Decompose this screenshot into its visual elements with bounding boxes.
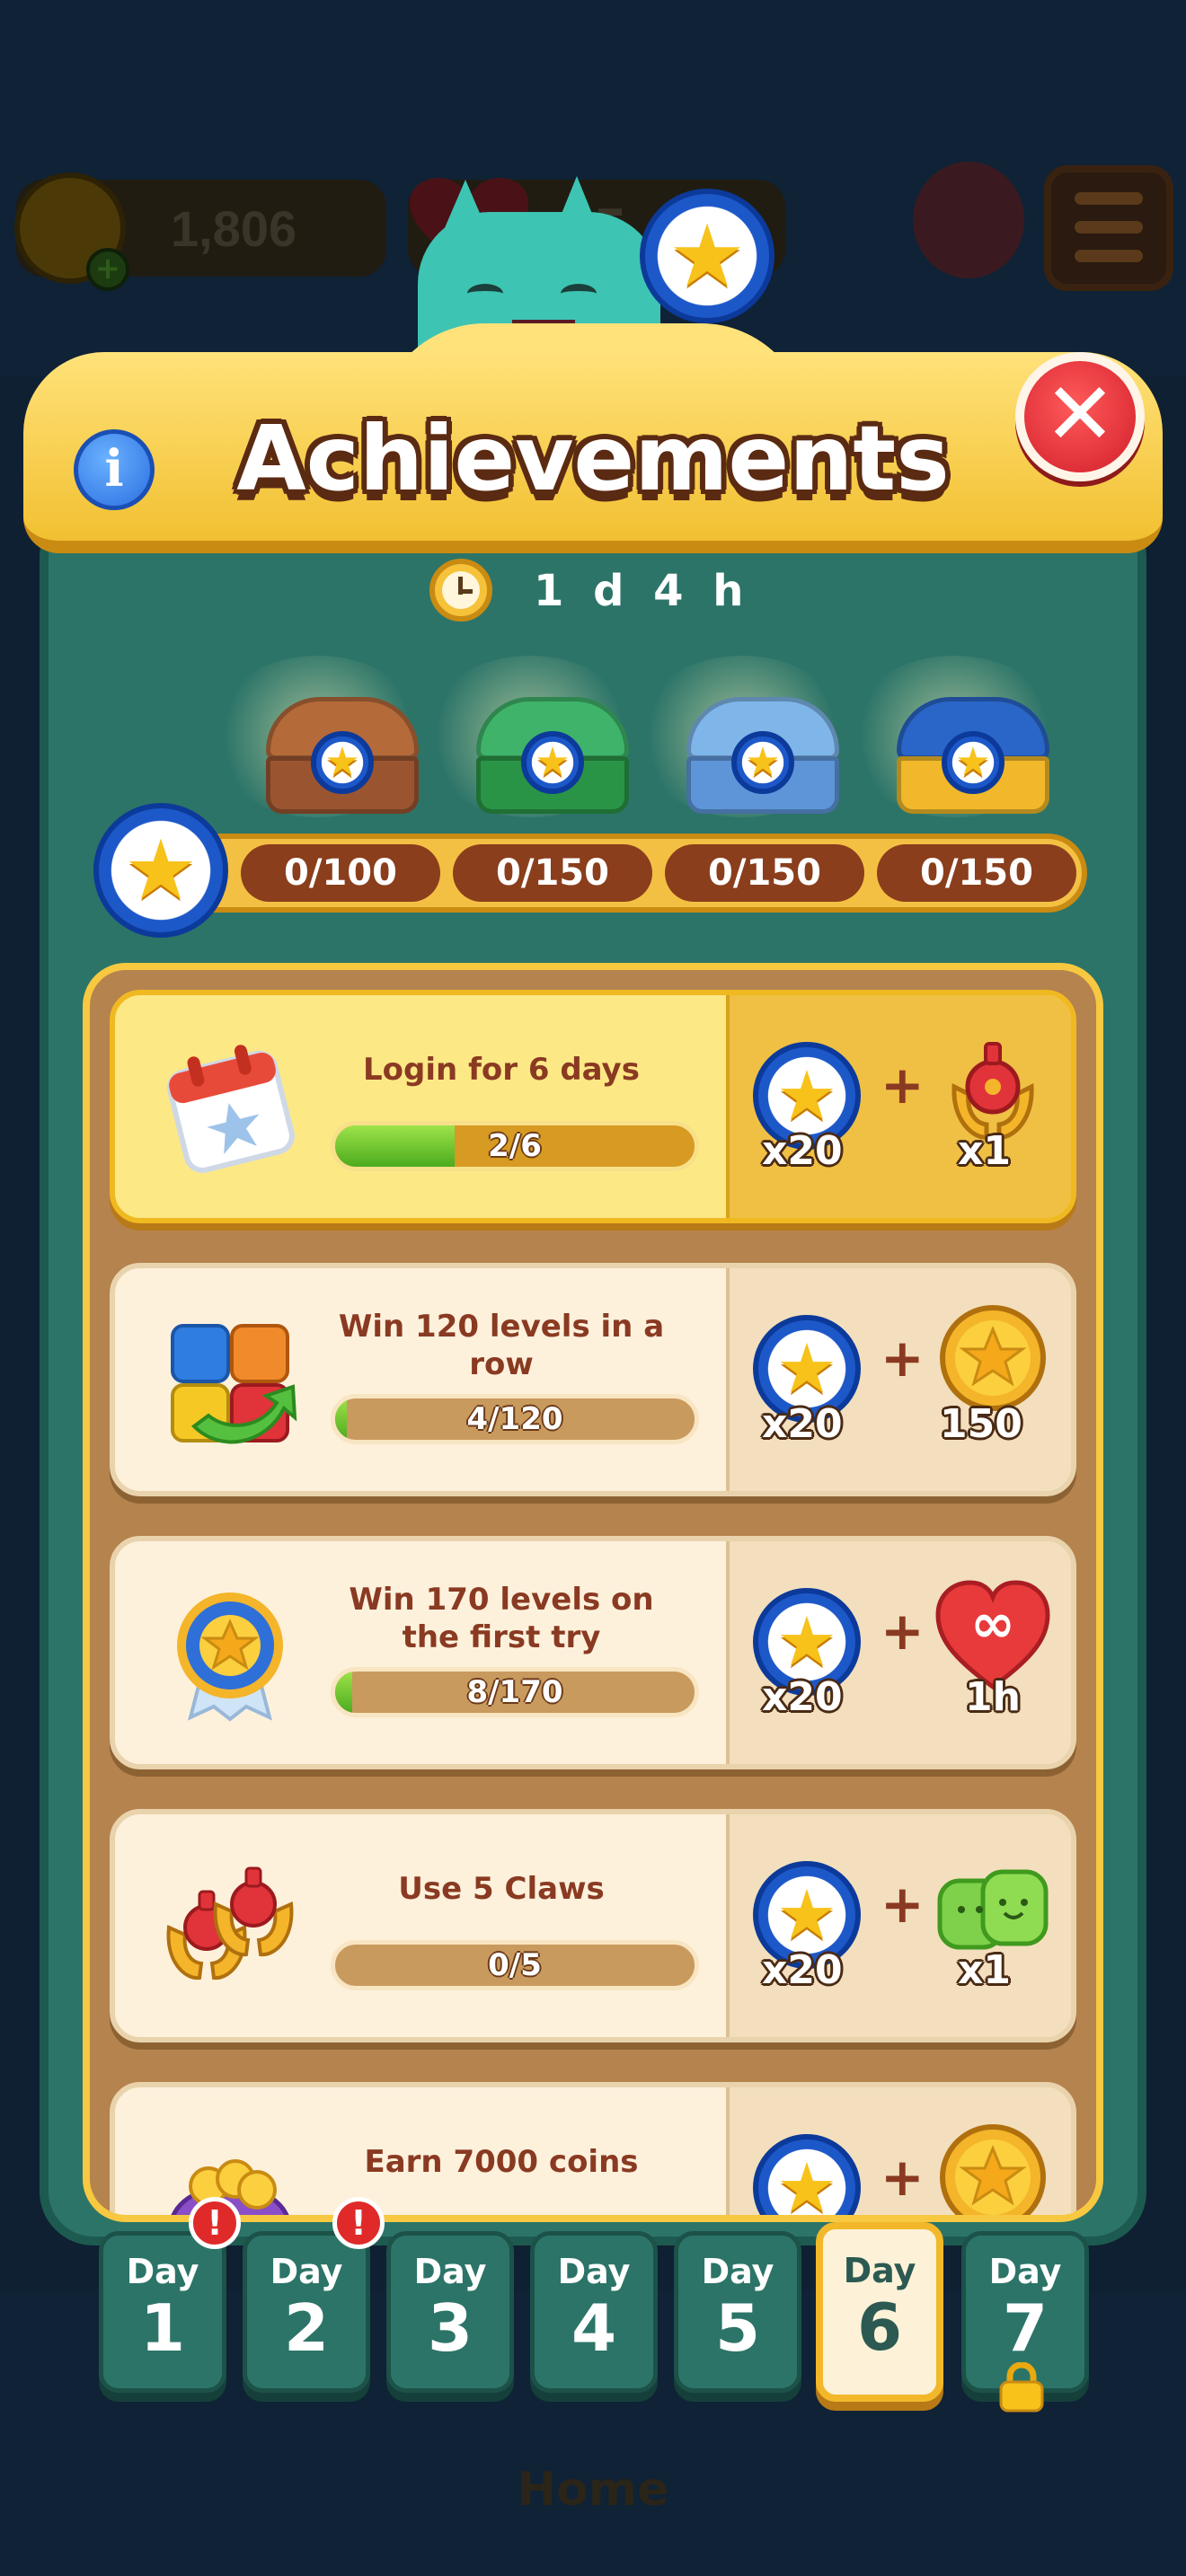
- task-progress-bar: 4/120: [331, 1394, 699, 1444]
- reward-badge-qty: x20: [762, 1401, 843, 1447]
- day-tab-label: Day: [988, 2252, 1062, 2291]
- reward-item-qty: 1h: [965, 1674, 1021, 1720]
- clock-face: [442, 571, 480, 609]
- milestone-progress: 0/100: [241, 844, 440, 902]
- reward-badge-qty: x20: [762, 1674, 843, 1720]
- task-card[interactable]: Win 120 levels in a row 4/120 ★ x20 + 15…: [110, 1263, 1076, 1496]
- task-title: Win 120 levels in a row: [338, 1309, 665, 1382]
- day-tab-label: Day: [557, 2252, 631, 2291]
- clock-hand: [458, 589, 473, 594]
- day-tab-label: Day: [701, 2252, 774, 2291]
- clock-icon: [429, 559, 492, 622]
- piggy-bank-icon[interactable]: [913, 162, 1024, 278]
- mascot-eye: [561, 284, 597, 304]
- day-tab-number: 7: [1002, 2290, 1049, 2366]
- info-button[interactable]: i: [74, 429, 155, 510]
- plus-icon: +: [881, 1054, 925, 1116]
- day-tab-4[interactable]: Day 4: [530, 2231, 658, 2393]
- close-button[interactable]: ✕: [1015, 352, 1145, 481]
- wooden-chest-icon[interactable]: ★: [266, 697, 419, 814]
- task-list[interactable]: Login for 6 days 2/6 ★ x20 + x1 Win 120 …: [83, 963, 1103, 2222]
- task-progress-text: 8/170: [466, 1674, 563, 1710]
- reward-item-qty: x1: [958, 1947, 1011, 1993]
- day-tab-number: 2: [283, 2290, 330, 2366]
- task-card[interactable]: Login for 6 days 2/6 ★ x20 + x1: [110, 990, 1076, 1223]
- day-tab-label: Day: [126, 2252, 199, 2291]
- task-card[interactable]: Win 170 levels on the first try 8/170 ★ …: [110, 1536, 1076, 1769]
- task-progress-bar: 2/6: [331, 1121, 699, 1171]
- coin-icon: [940, 2124, 1046, 2215]
- milestone-progress: 0/150: [665, 844, 864, 902]
- task-card[interactable]: Use 5 Claws 0/5 ★ x20 + x1: [110, 1809, 1076, 2042]
- add-coins-button[interactable]: +: [86, 248, 129, 291]
- star-rosette-icon: ★: [640, 189, 774, 323]
- menu-line: [1075, 192, 1143, 205]
- modal-title: Achievements: [236, 406, 950, 511]
- task-progress-text: 0/5: [488, 1947, 542, 1983]
- day-tab-2[interactable]: Day 2: [243, 2231, 370, 2393]
- day-tab-5[interactable]: Day 5: [674, 2231, 801, 2393]
- day-tab-1[interactable]: Day 1: [99, 2231, 226, 2393]
- menu-line: [1075, 221, 1143, 234]
- day-tab-number: 1: [139, 2290, 186, 2366]
- plus-icon: +: [881, 1328, 925, 1389]
- green-chest-icon[interactable]: ★: [476, 697, 629, 814]
- medal-icon: [177, 1592, 283, 1722]
- day-tab-number: 5: [714, 2290, 761, 2366]
- task-title: Win 170 levels on the first try: [349, 1582, 654, 1655]
- reward-badge-qty: x20: [762, 1128, 843, 1174]
- day-tab-number: 3: [427, 2290, 474, 2366]
- day-tab-number: 4: [571, 2290, 617, 2366]
- home-nav-label[interactable]: Home: [503, 2463, 683, 2517]
- reward-item-qty: 150: [940, 1401, 1022, 1447]
- gold-chest-icon[interactable]: ★: [897, 697, 1049, 814]
- plus-icon: +: [881, 1874, 925, 1935]
- menu-line: [1075, 250, 1143, 262]
- day-tab-6[interactable]: Day 6: [816, 2222, 943, 2402]
- task-progress-text: 4/120: [466, 1401, 563, 1437]
- task-title: Use 5 Claws: [398, 1871, 605, 1907]
- task-reward: ★ x20 + 150: [726, 1268, 1071, 1491]
- star-rosette-icon: ★: [942, 731, 1005, 794]
- task-reward: ★ x20 + ∞ 1h: [726, 1541, 1071, 1764]
- milestone-progress: 0/150: [877, 844, 1076, 902]
- alert-badge: !: [332, 2197, 385, 2249]
- task-card[interactable]: Earn 7000 coins ★ +: [110, 2082, 1076, 2215]
- claws-icon: [166, 1866, 294, 1981]
- task-progress-bar: 8/170: [331, 1667, 699, 1717]
- task-title: Login for 6 days: [363, 1052, 640, 1088]
- reward-item-qty: x1: [958, 1128, 1011, 1174]
- task-progress-bar: 0/5: [331, 1940, 699, 1990]
- star-rosette-icon: ★: [521, 731, 584, 794]
- star-rosette-icon: ★: [731, 731, 794, 794]
- reward-badge-qty: x20: [762, 1947, 843, 1993]
- blue-chest-icon[interactable]: ★: [686, 697, 839, 814]
- star-rosette-icon: ★: [753, 2134, 861, 2215]
- day-tab-label: Day: [413, 2252, 487, 2291]
- task-title: Earn 7000 coins: [364, 2144, 639, 2180]
- task-reward: ★ +: [726, 2087, 1071, 2215]
- plus-icon: +: [881, 1601, 925, 1662]
- lock-icon: [999, 2362, 1044, 2413]
- mascot-eye: [467, 284, 503, 304]
- plus-icon: +: [881, 2147, 925, 2208]
- star-rosette-icon: ★: [311, 731, 374, 794]
- day-tab-label: Day: [270, 2252, 343, 2291]
- timer-text: 1 d 4 h: [534, 566, 751, 616]
- calendar-icon: [167, 1045, 295, 1173]
- alert-badge: !: [189, 2197, 241, 2249]
- task-reward: ★ x20 + x1: [726, 1814, 1071, 2037]
- coin-count: 1,806: [171, 200, 297, 257]
- day-tab-label: Day: [843, 2251, 916, 2290]
- svg-text:∞: ∞: [970, 1592, 1015, 1655]
- star-rosette-icon: ★: [93, 803, 228, 938]
- milestone-progress: 0/150: [453, 844, 652, 902]
- task-progress-text: 2/6: [488, 1128, 542, 1164]
- day-tab-3[interactable]: Day 3: [386, 2231, 514, 2393]
- day-tab-number: 6: [856, 2289, 903, 2365]
- blocks-icon: [171, 1324, 297, 1444]
- menu-button[interactable]: [1044, 165, 1173, 291]
- task-reward: ★ x20 + x1: [726, 995, 1071, 1218]
